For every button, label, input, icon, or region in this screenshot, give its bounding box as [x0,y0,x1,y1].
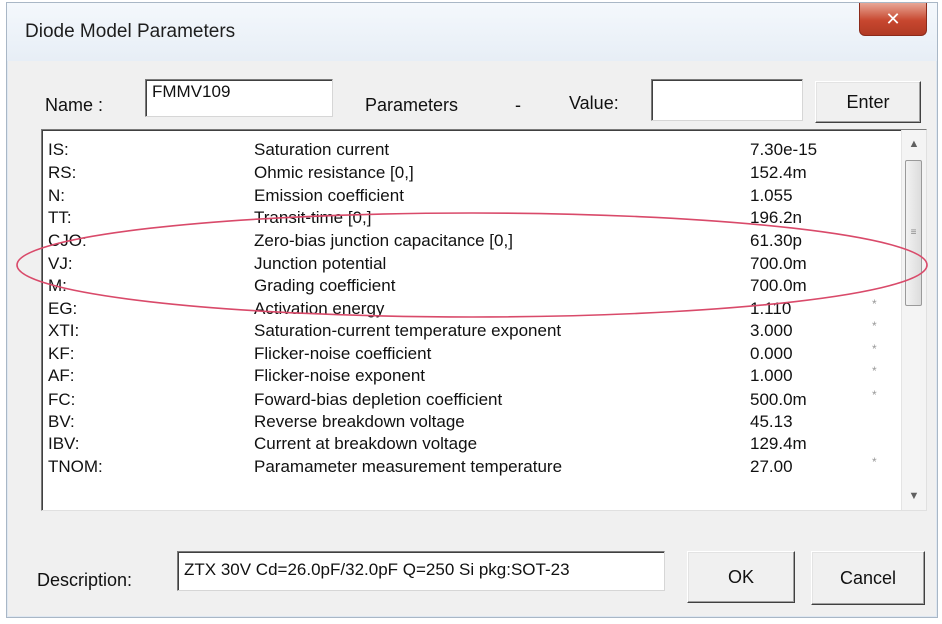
parameter-value: 700.0m [750,254,807,273]
parameter-name: IBV: [48,434,80,453]
parameter-value: 1.110 [750,299,792,318]
scroll-down-icon[interactable]: ▼ [902,484,926,508]
parameter-value: 0.000 [750,344,793,363]
parameter-row[interactable]: AF: Flicker-noise exponent 1.000 * [42,364,902,389]
parameter-row[interactable]: BV: Reverse breakdown voltage 45.13 [42,412,902,435]
parameter-row[interactable]: IS: Saturation current 7.30e-15 [42,140,902,163]
parameter-row[interactable]: TT: Transit-time [0,] 196.2n [42,208,902,231]
parameter-description: Grading coefficient [254,276,396,295]
parameter-flag: * [872,364,877,378]
parameter-flag: * [872,297,877,311]
parameter-value: 61.30p [750,231,802,250]
parameter-description: Ohmic resistance [0,] [254,163,414,182]
parameter-name: IS: [48,140,69,159]
dialog-window: Diode Model Parameters ✕ Name : FMMV109 … [6,2,938,618]
parameter-flag: * [872,342,877,356]
parameter-description: Emission coefficient [254,186,404,205]
close-button[interactable]: ✕ [859,3,927,36]
parameter-name: VJ: [48,254,73,273]
value-input[interactable] [651,79,803,121]
parameter-description: Junction potential [254,254,387,273]
parameter-row[interactable]: IBV: Current at breakdown voltage 129.4m [42,434,902,457]
parameter-name: EG: [48,299,78,318]
parameter-name: RS: [48,163,77,182]
parameter-flag: * [872,455,877,469]
parameter-name: TNOM: [48,457,103,476]
parameter-description: Zero-bias junction capacitance [0,] [254,231,513,250]
parameter-value: 1.000 [750,366,793,385]
window-title: Diode Model Parameters [25,21,236,42]
parameter-description: Saturation-current temperature exponent [254,321,562,340]
parameter-row[interactable]: N: Emission coefficient 1.055 [42,186,902,209]
parameter-value: 700.0m [750,276,807,295]
parameter-value: 45.13 [750,412,793,431]
model-name-field[interactable]: FMMV109 [145,79,333,117]
cancel-button[interactable]: Cancel [811,551,925,605]
parameter-row[interactable]: KF: Flicker-noise coefficient 0.000 * [42,342,902,367]
parameter-row[interactable]: M: Grading coefficient 700.0m [42,276,902,299]
parameter-description: Activation energy [254,299,385,318]
separator-label: - [515,95,521,115]
parameter-name: TT: [48,208,72,227]
parameter-value: 27.00 [750,457,793,476]
list-scrollbar[interactable]: ▲ ≡ ▼ [901,130,926,510]
parameter-flag: * [872,388,877,402]
enter-button[interactable]: Enter [815,81,921,123]
scroll-up-icon[interactable]: ▲ [902,132,926,156]
parameter-value: 500.0m [750,390,807,409]
parameter-name: CJO: [48,231,87,250]
parameter-flag: * [872,319,877,333]
parameter-value: 7.30e-15 [750,140,818,159]
close-icon: ✕ [885,8,901,30]
parameter-description: Flicker-noise exponent [254,366,426,385]
parameter-description: Current at breakdown voltage [254,434,478,453]
parameter-row[interactable]: CJO: Zero-bias junction capacitance [0,] 6… [42,231,902,254]
parameter-value: 129.4m [750,434,807,453]
parameter-name: XTI: [48,321,80,340]
parameter-description: Reverse breakdown voltage [254,412,465,431]
parameter-value: 3.000 [750,321,793,340]
parameter-row[interactable]: VJ: Junction potential 700.0m [42,254,902,277]
parameter-name: M: [48,276,67,295]
parameter-name: AF: [48,366,75,385]
description-label: Description: [37,570,133,590]
ok-button[interactable]: OK [687,551,795,603]
parameter-description: Foward-bias depletion coefficient [254,390,503,409]
value-label: Value: [569,93,619,113]
parameter-row[interactable]: RS: Ohmic resistance [0,] 152.4m [42,163,902,186]
parameter-name: FC: [48,390,76,409]
parameter-name: KF: [48,344,75,363]
parameter-row[interactable]: FC: Foward-bias depletion coefficient 500.… [42,388,902,413]
parameter-name: BV: [48,412,75,431]
parameter-description: Saturation current [254,140,390,159]
description-field[interactable]: ZTX 30V Cd=26.0pF/32.0pF Q=250 Si pkg:SO… [177,551,665,591]
parameter-value: 196.2n [750,208,802,227]
parameter-description: Transit-time [0,] [254,208,372,227]
parameter-row[interactable]: TNOM: Paramameter measurement temperature… [42,455,902,480]
title-bar: Diode Model Parameters ✕ [7,3,937,61]
parameter-row[interactable]: XTI: Saturation-current temperature expon… [42,319,902,344]
parameter-value: 152.4m [750,163,807,182]
parameter-description: Flicker-noise coefficient [254,344,432,363]
parameter-description: Paramameter measurement temperature [254,457,563,476]
name-label: Name : [45,95,104,115]
parameter-list[interactable]: IS: Saturation current 7.30e-15 RS: Ohmic re… [41,129,927,511]
scroll-thumb[interactable]: ≡ [905,160,922,306]
parameter-row[interactable]: EG: Activation energy 1.110 * [42,297,902,322]
parameters-label: Parameters [365,95,459,115]
parameter-name: N: [48,186,65,205]
parameter-value: 1.055 [750,186,793,205]
